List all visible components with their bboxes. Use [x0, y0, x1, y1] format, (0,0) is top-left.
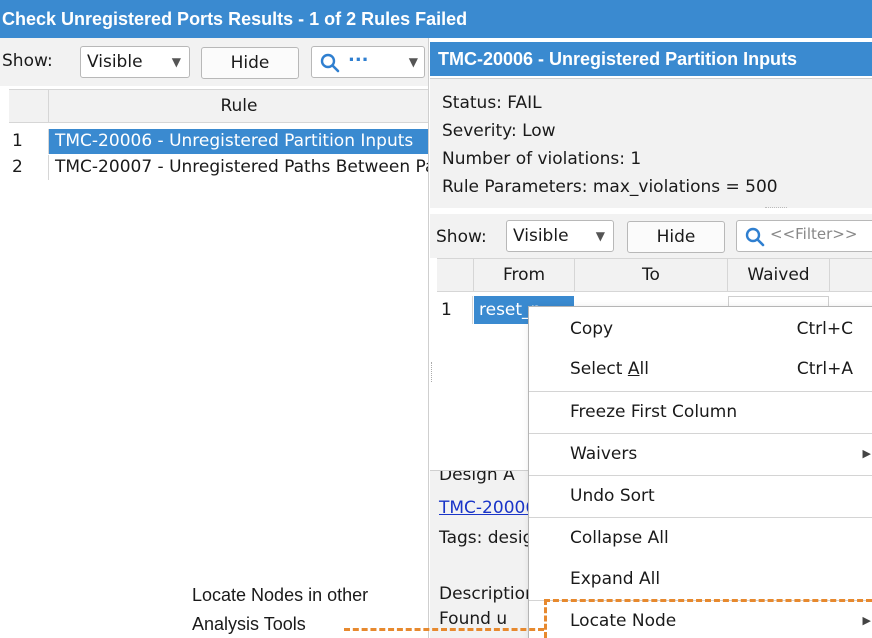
menu-item-waivers[interactable]: Waivers ▶	[529, 434, 872, 474]
submenu-arrow-icon: ▶	[862, 447, 871, 460]
menu-item-label: Collapse All	[570, 528, 669, 548]
show-label: Show:	[2, 51, 53, 71]
chevron-down-icon: ▼	[595, 229, 605, 243]
rule-detail-title: TMC-20006 - Unregistered Partition Input…	[430, 42, 872, 76]
status-text: Status: FAIL	[442, 93, 542, 113]
vertical-splitter[interactable]	[431, 362, 435, 382]
violations-toolbar: Show: Visible ▼ Hide <<Filter>>	[430, 214, 872, 258]
menu-item-collapse-all[interactable]: Collapse All	[529, 518, 872, 558]
found-line: Found u	[439, 609, 508, 629]
hide-button[interactable]: Hide	[627, 221, 725, 253]
column-header-rule[interactable]: Rule	[49, 90, 428, 122]
callout-text-line1: Locate Nodes in other	[192, 585, 369, 605]
rule-name[interactable]: TMC-20007 - Unregistered Paths Between P…	[49, 155, 428, 180]
menu-item-label: Waivers	[570, 444, 638, 464]
menu-item-shortcut: Ctrl+A	[796, 359, 853, 379]
callout-bracket-left	[544, 599, 547, 638]
search-options-ellipsis[interactable]: ...	[348, 45, 369, 66]
description-line: Description:	[439, 584, 542, 604]
hide-button[interactable]: Hide	[201, 47, 299, 79]
table-row[interactable]: 2 TMC-20007 - Unregistered Paths Between…	[9, 155, 428, 180]
show-label: Show:	[436, 227, 487, 247]
callout-leader-line	[344, 628, 544, 631]
rule-doc-link[interactable]: TMC-20006	[439, 498, 536, 518]
menu-item-copy[interactable]: Copy Ctrl+C	[529, 309, 872, 349]
design-line: Design A	[439, 470, 515, 485]
row-number-header	[9, 90, 49, 122]
context-menu: Copy Ctrl+C Select All Ctrl+A Freeze Fir…	[528, 306, 872, 638]
menu-item-label: Expand All	[570, 569, 661, 589]
callout-text-line2: Analysis Tools	[192, 614, 306, 634]
filter-placeholder[interactable]: <<Filter>>	[770, 225, 857, 243]
column-header-from[interactable]: From	[474, 259, 575, 291]
column-header-waived[interactable]: Waived	[728, 259, 830, 291]
rules-toolbar: Show: Visible ▼ Hide ... ▼	[0, 38, 428, 86]
menu-item-label: Locate Node	[570, 611, 677, 631]
window-title: Check Unregistered Ports Results - 1 of …	[0, 0, 872, 38]
violations-count: Number of violations: 1	[442, 149, 642, 169]
row-number-header	[437, 259, 474, 291]
submenu-arrow-icon: ▶	[862, 614, 871, 627]
visibility-select[interactable]: Visible ▼	[80, 46, 190, 78]
menu-item-undo-sort[interactable]: Undo Sort	[529, 476, 872, 516]
visibility-select[interactable]: Visible ▼	[506, 220, 614, 252]
menu-item-freeze-first-column[interactable]: Freeze First Column	[529, 392, 872, 432]
menu-item-label: Undo Sort	[570, 486, 655, 506]
chevron-down-icon: ▼	[171, 55, 181, 69]
menu-item-label: Copy	[570, 319, 614, 339]
menu-item-expand-all[interactable]: Expand All	[529, 559, 872, 599]
table-row[interactable]: 1 TMC-20006 - Unregistered Partition Inp…	[9, 129, 428, 154]
severity-text: Severity: Low	[442, 121, 556, 141]
search-box[interactable]: ... ▼	[311, 45, 425, 78]
rule-name[interactable]: TMC-20006 - Unregistered Partition Input…	[49, 129, 428, 154]
rule-summary: Status: FAIL Severity: Low Number of vio…	[430, 78, 872, 208]
search-icon[interactable]	[745, 227, 765, 247]
pane-splitter[interactable]	[765, 207, 787, 211]
rules-pane: Show: Visible ▼ Hide ... ▼ Rule 1 TMC-20…	[0, 38, 429, 638]
visibility-value: Visible	[87, 52, 143, 72]
row-number: 2	[9, 155, 49, 180]
menu-item-label: Freeze First Column	[570, 402, 738, 422]
menu-item-label: Select All	[570, 359, 649, 379]
violations-table-header: From To Waived	[437, 258, 872, 292]
menu-item-select-all[interactable]: Select All Ctrl+A	[529, 349, 872, 389]
menu-item-shortcut: Ctrl+C	[796, 319, 853, 339]
rule-parameters: Rule Parameters: max_violations = 500	[442, 177, 778, 197]
row-number: 1	[9, 129, 49, 154]
chevron-down-icon[interactable]: ▼	[409, 55, 418, 69]
filter-box[interactable]: <<Filter>>	[736, 220, 872, 252]
menu-item-locate-node[interactable]: Locate Node ▶	[529, 601, 872, 638]
visibility-value: Visible	[513, 226, 569, 246]
rules-table-header: Rule	[9, 89, 428, 123]
row-number: 1	[437, 296, 473, 324]
callout-bracket-top	[544, 599, 872, 602]
column-header-to[interactable]: To	[575, 259, 728, 291]
search-icon[interactable]	[320, 53, 340, 73]
